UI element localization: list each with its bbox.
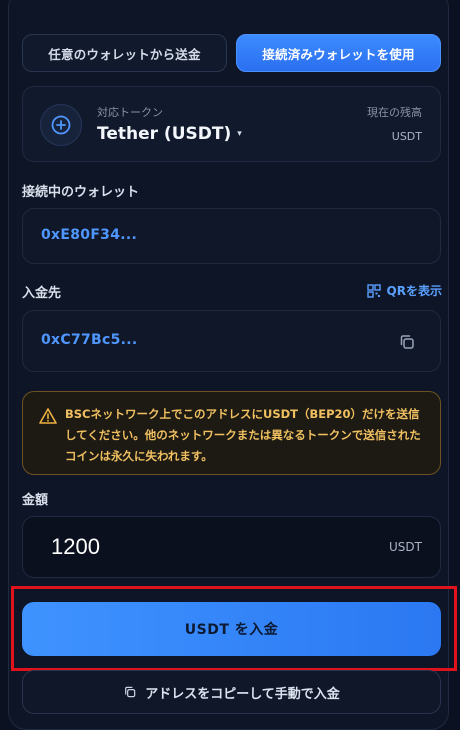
- token-name: Tether (USDT): [97, 124, 232, 144]
- show-qr-label: QRを表示: [386, 284, 442, 298]
- tab-send-from-any-wallet[interactable]: 任意のウォレットから送金: [22, 34, 227, 72]
- amount-input[interactable]: 1200 USDT: [22, 516, 441, 578]
- manual-deposit-label: アドレスをコピーして手動で入金: [145, 686, 340, 702]
- deposit-address-label: 入金先: [22, 286, 62, 301]
- token-icon: [40, 104, 82, 146]
- copy-icon: [125, 686, 136, 698]
- warning-text: BSCネットワーク上でこのアドレスにUSDT（BEP20）だけを送信してください…: [65, 407, 421, 463]
- copy-address-manual-deposit-button[interactable]: アドレスをコピーして手動で入金: [22, 670, 441, 714]
- token-label: 対応トークン: [97, 106, 163, 119]
- token-selector-card[interactable]: 対応トークン Tether (USDT) ▾ 現在の残高 USDT: [22, 86, 441, 162]
- network-warning: BSCネットワーク上でこのアドレスにUSDT（BEP20）だけを送信してください…: [22, 391, 441, 475]
- connected-wallet-label: 接続中のウォレット: [22, 185, 140, 200]
- deposit-usdt-button[interactable]: USDT を入金: [22, 602, 441, 656]
- warning-icon: [39, 408, 57, 424]
- amount-label: 金額: [22, 493, 49, 508]
- balance-unit: USDT: [391, 130, 422, 143]
- connected-wallet-address: 0xE80F34...: [41, 227, 138, 243]
- deposit-address: 0xC77Bc5...: [41, 332, 138, 348]
- connected-wallet-field: 0xE80F34...: [22, 208, 441, 264]
- amount-unit: USDT: [389, 540, 422, 554]
- copy-icon[interactable]: [398, 333, 416, 351]
- token-dropdown[interactable]: Tether (USDT) ▾: [97, 124, 242, 144]
- tab-use-connected-wallet[interactable]: 接続済みウォレットを使用: [236, 34, 441, 72]
- deposit-address-field: 0xC77Bc5...: [22, 310, 441, 372]
- show-qr-link[interactable]: QRを表示: [366, 282, 442, 299]
- chevron-down-icon: ▾: [237, 129, 242, 139]
- amount-value: 1200: [51, 534, 100, 559]
- qr-code-icon: [366, 283, 381, 298]
- balance-label: 現在の残高: [367, 106, 422, 119]
